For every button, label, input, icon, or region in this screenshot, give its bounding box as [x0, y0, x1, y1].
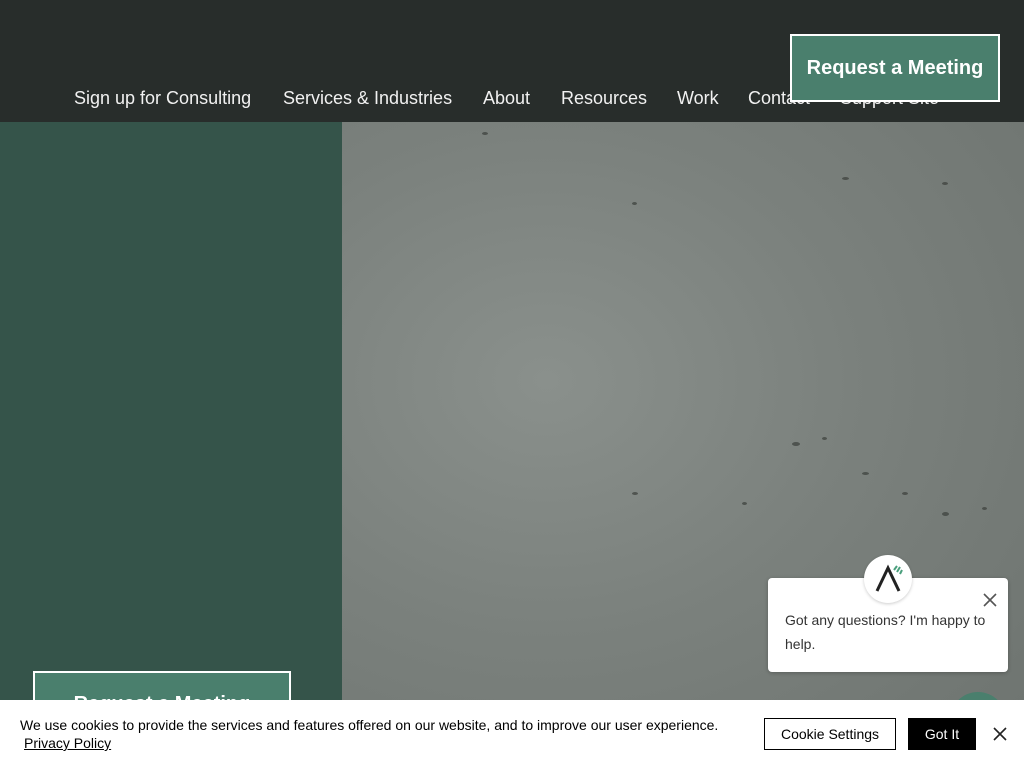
cookie-banner: We use cookies to provide the services a…	[0, 700, 1024, 768]
chat-avatar	[864, 555, 912, 603]
privacy-policy-link[interactable]: Privacy Policy	[24, 735, 111, 751]
site-header: Sign up for Consulting Services & Indust…	[0, 0, 1024, 122]
chat-message: Got any questions? I'm happy to help.	[785, 612, 986, 652]
nav-item-sign-up-consulting[interactable]: Sign up for Consulting	[74, 88, 251, 109]
cookie-message: We use cookies to provide the services a…	[20, 717, 719, 733]
nav-item-work[interactable]: Work	[677, 88, 719, 109]
nav-item-services-industries[interactable]: Services & Industries	[283, 88, 452, 109]
brand-logo-icon	[875, 564, 903, 592]
request-meeting-button[interactable]: Request a Meeting	[790, 34, 1000, 102]
cookie-settings-button[interactable]: Cookie Settings	[764, 718, 896, 750]
got-it-button[interactable]: Got It	[908, 718, 976, 750]
nav-item-about[interactable]: About	[483, 88, 530, 109]
nav-item-resources[interactable]: Resources	[561, 88, 647, 109]
close-icon[interactable]	[980, 590, 1000, 610]
close-icon[interactable]	[990, 724, 1010, 744]
